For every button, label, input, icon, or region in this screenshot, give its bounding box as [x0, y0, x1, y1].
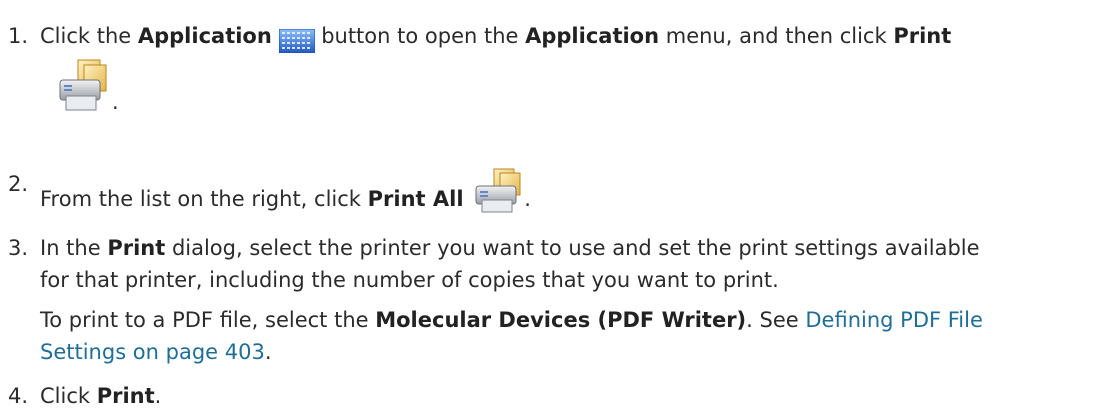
step-text: Click the Application button to open the… — [40, 20, 951, 63]
print-label: Print — [893, 24, 952, 48]
print-all-icon — [474, 168, 524, 224]
print-all-label: Print All — [367, 187, 464, 211]
step-1: 1. Click the Application button to open … — [0, 20, 1098, 130]
printer-icon — [58, 58, 108, 124]
pdf-settings-link-cont[interactable]: Settings on page 403 — [40, 340, 265, 364]
application-label: Application — [137, 24, 272, 48]
print-button-label: Print — [96, 384, 155, 408]
help-page: { "steps": [ { "number": "1.", "t1": "Cl… — [0, 0, 1098, 417]
application-grid-icon — [278, 28, 315, 63]
step-number: 3. — [8, 236, 29, 260]
step-1-period: . — [112, 90, 119, 114]
step-text: In the Print dialog, select the printer … — [40, 236, 980, 260]
step-text: From the list on the right, click Print … — [40, 168, 531, 224]
pdf-writer-label: Molecular Devices (PDF Writer) — [375, 308, 747, 332]
step-text: Click Print. — [40, 384, 162, 408]
step-number: 4. — [8, 384, 29, 408]
step-number: 2. — [8, 172, 29, 196]
pdf-settings-link[interactable]: Defining PDF File — [805, 308, 983, 332]
step-number: 1. — [8, 24, 29, 48]
